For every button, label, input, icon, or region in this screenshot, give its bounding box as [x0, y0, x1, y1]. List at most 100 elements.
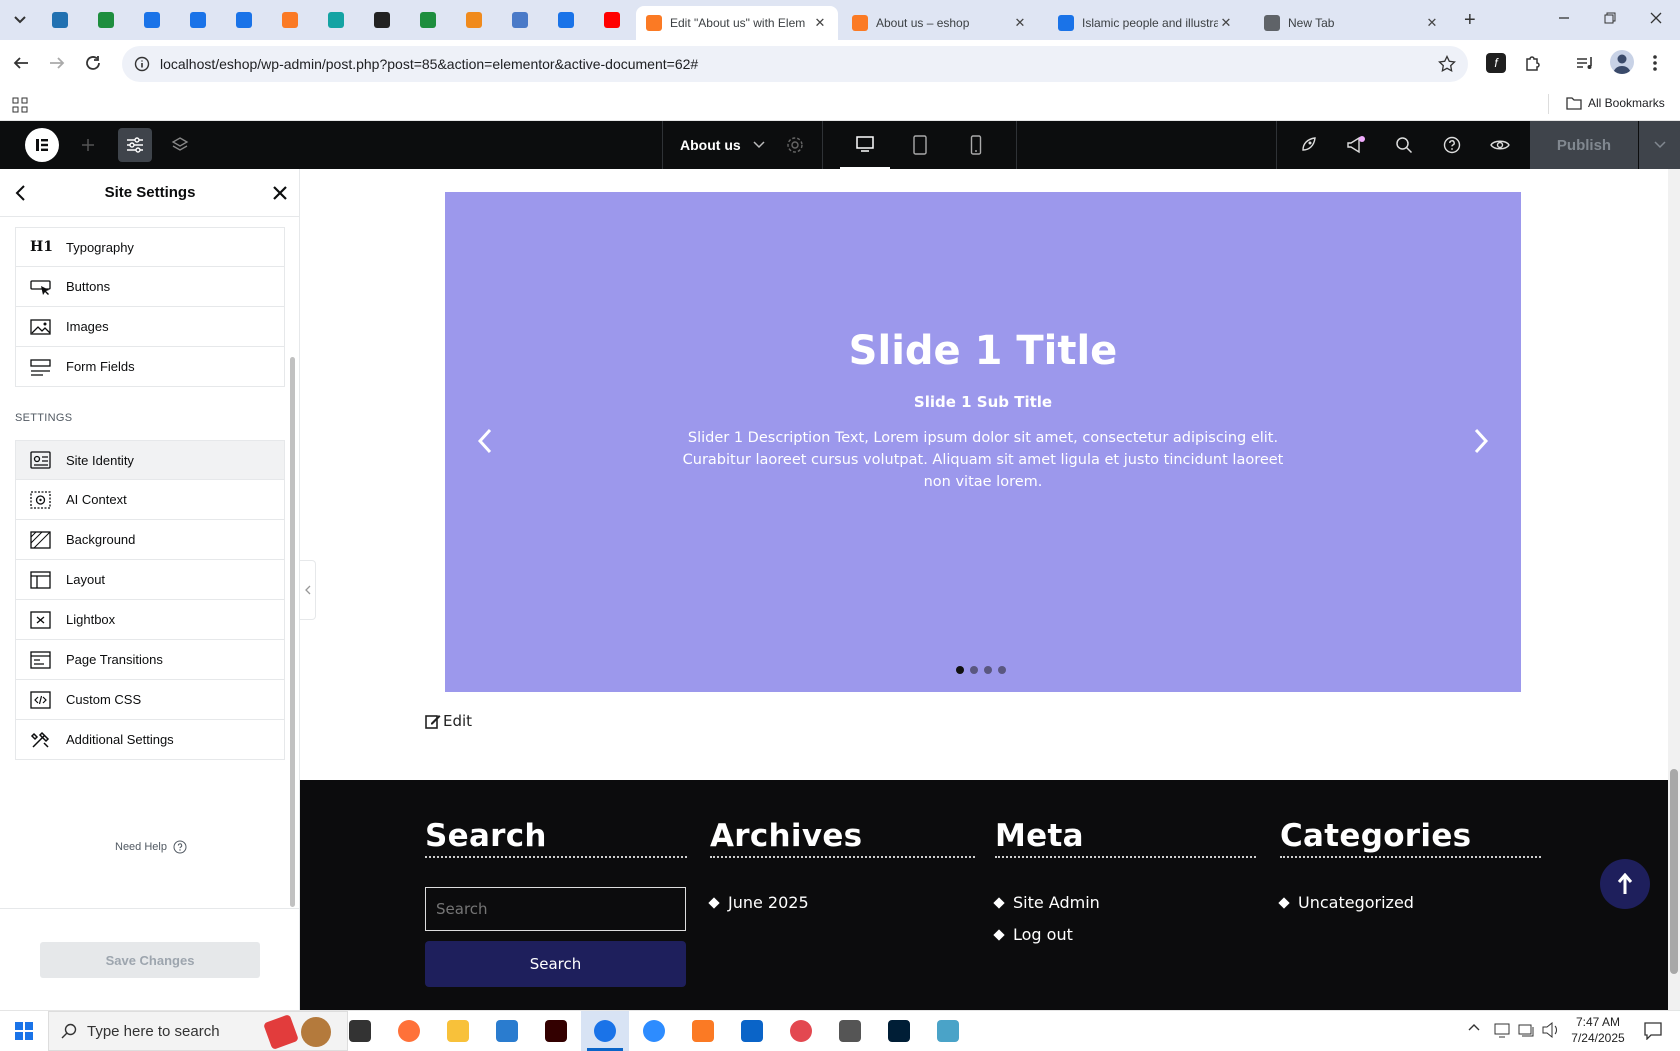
pinned-tab[interactable] [48, 8, 72, 32]
publish-options-chevron-icon[interactable] [1639, 121, 1680, 169]
edit-link[interactable]: Edit [425, 712, 472, 730]
scroll-to-top-button[interactable] [1600, 859, 1650, 909]
slider-dot[interactable] [984, 666, 992, 674]
taskbar-app[interactable] [483, 1011, 531, 1051]
document-title-dropdown[interactable]: About us [680, 121, 780, 169]
panel-scrollbar[interactable] [290, 357, 295, 907]
pinned-tab[interactable] [370, 8, 394, 32]
close-tab-icon[interactable]: ✕ [1218, 15, 1234, 31]
close-tab-icon[interactable]: ✕ [812, 15, 828, 31]
taskbar-app[interactable] [875, 1011, 923, 1051]
profile-avatar[interactable] [1610, 50, 1634, 74]
restore-button[interactable] [1602, 10, 1618, 26]
close-tab-icon[interactable]: ✕ [1012, 15, 1028, 31]
pinned-tab[interactable] [416, 8, 440, 32]
browser-tab[interactable]: New Tab ✕ [1254, 6, 1450, 40]
pinned-tab[interactable] [140, 8, 164, 32]
search-icon[interactable] [1392, 121, 1416, 169]
pinned-tab[interactable] [324, 8, 348, 32]
taskbar-search-box[interactable]: Type here to search [48, 1011, 348, 1051]
panel-item-buttons[interactable]: Buttons [15, 267, 285, 307]
collapse-panel-toggle[interactable] [300, 560, 316, 620]
footer-search-input[interactable] [425, 887, 686, 931]
pinned-tab[interactable] [278, 8, 302, 32]
help-icon[interactable] [1440, 121, 1464, 169]
footer-list-item[interactable]: Uncategorized [1280, 893, 1414, 912]
all-bookmarks-button[interactable]: All Bookmarks [1566, 96, 1665, 110]
back-icon[interactable] [12, 54, 30, 72]
site-info-icon[interactable] [134, 56, 150, 72]
panel-item-ai-context[interactable]: AI Context [15, 480, 285, 520]
address-bar[interactable]: localhost/eshop/wp-admin/post.php?post=8… [122, 46, 1468, 82]
pinned-tab[interactable] [232, 8, 256, 32]
browser-menu-icon[interactable] [1652, 54, 1658, 72]
taskbar-app[interactable] [336, 1011, 384, 1051]
pinned-tab[interactable] [600, 8, 624, 32]
minimize-button[interactable] [1556, 10, 1572, 26]
need-help-link[interactable]: Need Help [115, 840, 187, 854]
taskbar-app[interactable] [924, 1011, 972, 1051]
apps-grid-icon[interactable] [12, 97, 28, 113]
taskbar-app[interactable] [581, 1011, 629, 1051]
footer-list-item[interactable]: June 2025 [710, 893, 809, 912]
panel-item-background[interactable]: Background [15, 520, 285, 560]
panel-item-custom-css[interactable]: Custom CSS [15, 680, 285, 720]
slider-dot[interactable] [970, 666, 978, 674]
page-settings-gear-icon[interactable] [784, 121, 806, 169]
tray-network-icon[interactable] [1494, 1022, 1512, 1038]
panel-item-layout[interactable]: Layout [15, 560, 285, 600]
pinned-tab[interactable] [186, 8, 210, 32]
add-element-icon[interactable] [74, 121, 102, 169]
panel-item-typography[interactable]: H1 Typography [15, 227, 285, 267]
preview-eye-icon[interactable] [1488, 121, 1512, 169]
extension-f-icon[interactable]: f [1486, 53, 1506, 73]
close-panel-icon[interactable] [272, 185, 288, 201]
slider-dot[interactable] [998, 666, 1006, 674]
notifications-megaphone-icon[interactable] [1344, 121, 1368, 169]
footer-list-item[interactable]: Log out [995, 925, 1073, 944]
pinned-tab[interactable] [94, 8, 118, 32]
volume-icon[interactable] [1542, 1022, 1560, 1038]
new-tab-button[interactable]: + [1464, 9, 1476, 32]
site-settings-icon[interactable] [118, 128, 152, 162]
extensions-puzzle-icon[interactable] [1523, 53, 1543, 73]
publish-button[interactable]: Publish [1530, 121, 1638, 169]
taskbar-app[interactable] [385, 1011, 433, 1051]
tablet-view-icon[interactable] [906, 121, 934, 169]
panel-item-additional-settings[interactable]: Additional Settings [15, 720, 285, 760]
bookmark-star-icon[interactable] [1438, 55, 1456, 73]
launchpad-rocket-icon[interactable] [1296, 121, 1320, 169]
slider-next-arrow-icon[interactable] [1473, 428, 1489, 454]
save-changes-button[interactable]: Save Changes [40, 942, 260, 978]
pinned-tab[interactable] [554, 8, 578, 32]
panel-item-site-identity[interactable]: Site Identity [15, 440, 285, 480]
footer-search-button[interactable]: Search [425, 941, 686, 987]
panel-item-lightbox[interactable]: Lightbox [15, 600, 285, 640]
structure-layers-icon[interactable] [166, 121, 194, 169]
taskbar-app[interactable] [777, 1011, 825, 1051]
close-window-button[interactable] [1648, 10, 1664, 26]
taskbar-app[interactable] [679, 1011, 727, 1051]
panel-item-form-fields[interactable]: Form Fields [15, 347, 285, 387]
taskbar-app[interactable] [728, 1011, 776, 1051]
desktop-view-icon[interactable] [840, 121, 890, 169]
start-button[interactable] [0, 1011, 48, 1051]
slider-prev-arrow-icon[interactable] [477, 428, 493, 454]
pinned-tab[interactable] [508, 8, 532, 32]
media-controls-icon[interactable] [1575, 53, 1595, 73]
elementor-logo-button[interactable] [24, 121, 60, 169]
panel-item-images[interactable]: Images [15, 307, 285, 347]
browser-tab[interactable]: About us – eshop ✕ [842, 6, 1038, 40]
footer-list-item[interactable]: Site Admin [995, 893, 1100, 912]
mobile-view-icon[interactable] [962, 121, 990, 169]
clock[interactable]: 7:47 AM 7/24/2025 [1566, 1014, 1630, 1046]
reload-icon[interactable] [84, 54, 102, 72]
canvas-scrollbar-thumb[interactable] [1670, 769, 1678, 974]
taskbar-app[interactable] [826, 1011, 874, 1051]
panel-item-page-transitions[interactable]: Page Transitions [15, 640, 285, 680]
browser-tab[interactable]: Islamic people and illustra ✕ [1048, 6, 1244, 40]
slider-dot-active[interactable] [956, 666, 964, 674]
taskbar-app[interactable] [532, 1011, 580, 1051]
browser-tab[interactable]: Edit "About us" with Elem ✕ [636, 6, 838, 40]
tray-display-icon[interactable] [1518, 1022, 1536, 1038]
